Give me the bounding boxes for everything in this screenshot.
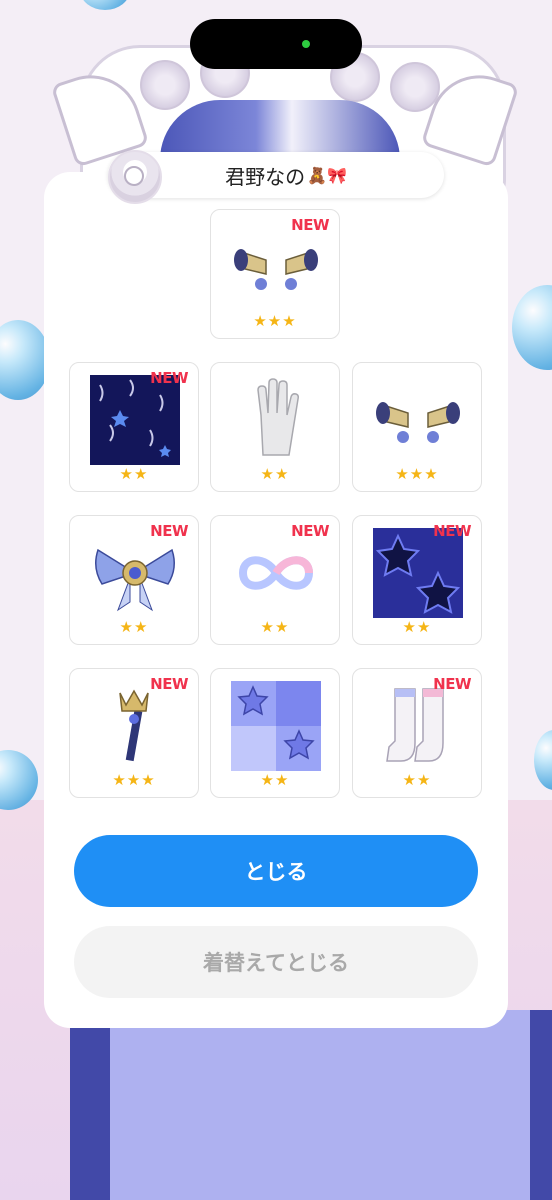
reward-item[interactable]: NEW ★★ bbox=[69, 362, 199, 492]
rarity-stars: ★★ bbox=[402, 771, 432, 789]
rarity-stars: ★★★ bbox=[253, 312, 297, 330]
rarity-stars: ★★★ bbox=[112, 771, 156, 789]
new-badge: NEW bbox=[433, 522, 471, 540]
new-badge: NEW bbox=[150, 675, 188, 693]
camera-notch bbox=[190, 19, 362, 69]
avatar[interactable] bbox=[108, 150, 162, 204]
rarity-stars: ★★ bbox=[260, 618, 290, 636]
white-boots-icon bbox=[386, 688, 444, 762]
megaphone-pair-icon bbox=[234, 249, 318, 290]
new-badge: NEW bbox=[150, 522, 188, 540]
new-badge: NEW bbox=[433, 675, 471, 693]
infinity-icon bbox=[238, 556, 314, 590]
profile-name: 君野なの bbox=[225, 164, 306, 189]
megaphone-pair-icon bbox=[376, 402, 460, 443]
rose-ornament bbox=[140, 60, 190, 110]
profile-emoji: 🧸🎀 bbox=[307, 165, 347, 185]
star-pattern-background-icon bbox=[373, 528, 463, 618]
rarity-stars: ★★ bbox=[402, 618, 432, 636]
ribbon-bow-icon bbox=[95, 548, 175, 612]
reward-item[interactable]: NEW ★★ bbox=[352, 515, 482, 645]
skirt-art bbox=[70, 1010, 552, 1200]
rarity-stars: ★★ bbox=[260, 771, 290, 789]
crown-scepter-icon bbox=[119, 689, 149, 762]
reward-item[interactable]: NEW ★★ bbox=[352, 668, 482, 798]
rose-ornament bbox=[390, 62, 440, 112]
avatar-face-icon bbox=[124, 166, 144, 186]
bubble-decoration bbox=[534, 730, 552, 790]
white-glove-icon bbox=[257, 378, 299, 456]
camera-indicator bbox=[302, 40, 310, 48]
bubble-decoration bbox=[80, 0, 130, 10]
rarity-stars: ★★★ bbox=[395, 465, 439, 483]
rarity-stars: ★★ bbox=[119, 465, 149, 483]
new-badge: NEW bbox=[291, 522, 329, 540]
new-badge: NEW bbox=[150, 369, 188, 387]
star-tile-background-icon bbox=[231, 681, 321, 771]
new-badge: NEW bbox=[291, 216, 329, 234]
reward-item[interactable]: ★★★ bbox=[352, 362, 482, 492]
change-and-close-button[interactable]: 着替えてとじる bbox=[74, 926, 478, 998]
reward-item[interactable]: NEW ★★★ bbox=[210, 209, 340, 339]
reward-item[interactable]: NEW ★★ bbox=[210, 515, 340, 645]
reward-item[interactable]: ★★ bbox=[210, 668, 340, 798]
bubble-decoration bbox=[512, 285, 552, 370]
rarity-stars: ★★ bbox=[119, 618, 149, 636]
reward-item[interactable]: ★★ bbox=[210, 362, 340, 492]
reward-item[interactable]: NEW ★★ bbox=[69, 515, 199, 645]
bubble-decoration bbox=[0, 320, 50, 400]
confetti-background-icon bbox=[90, 375, 180, 465]
close-button[interactable]: とじる bbox=[74, 835, 478, 907]
rarity-stars: ★★ bbox=[260, 465, 290, 483]
reward-item[interactable]: NEW ★★★ bbox=[69, 668, 199, 798]
